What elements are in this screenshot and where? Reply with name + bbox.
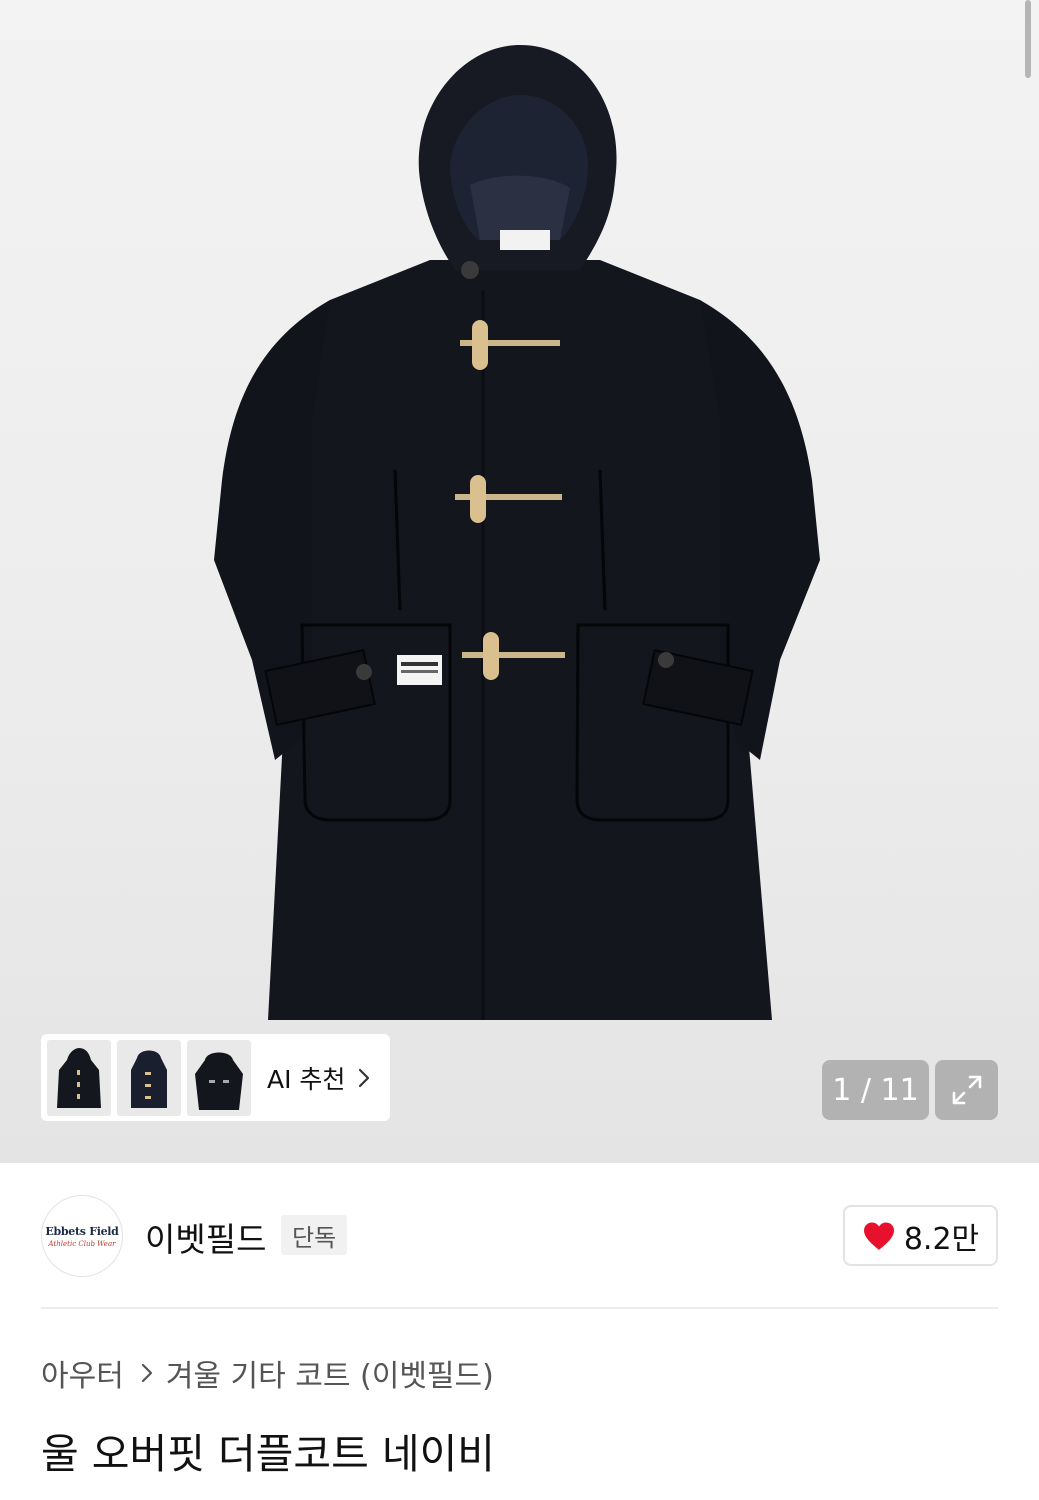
brand-row: Ebbets Field Athletic Club Wear 이벳필드 단독 … bbox=[41, 1193, 998, 1277]
product-title: 울 오버핏 더플코트 네이비 bbox=[41, 1430, 496, 1478]
chevron-right-icon bbox=[141, 1363, 152, 1383]
brand-logo-text: Ebbets Field bbox=[45, 1224, 119, 1238]
ai-recommendation-label: AI 추천 bbox=[267, 1064, 346, 1094]
thumbnail-coat-open[interactable] bbox=[187, 1039, 251, 1116]
brand-logo-subtext: Athletic Club Wear bbox=[48, 1239, 116, 1248]
breadcrumb-category[interactable]: 아우터 bbox=[41, 1351, 124, 1395]
expand-button[interactable] bbox=[935, 1060, 998, 1120]
chevron-right-icon bbox=[359, 1068, 370, 1087]
ai-recommendation-strip[interactable]: AI 추천 bbox=[41, 1034, 390, 1121]
exclusive-badge: 단독 bbox=[281, 1215, 348, 1255]
thumbnail-coat-front[interactable] bbox=[47, 1039, 111, 1116]
breadcrumb-subcategory[interactable]: 겨울 기타 코트 (이벳필드) bbox=[166, 1351, 494, 1395]
heart-icon bbox=[863, 1222, 894, 1250]
product-image[interactable] bbox=[0, 0, 1039, 1163]
product-detail-page: AI 추천 1 / 11 Ebbets Field Athletic Club … bbox=[0, 0, 1039, 1500]
brand-name-link[interactable]: 이벳필드 bbox=[145, 1213, 266, 1261]
breadcrumb: 아우터 겨울 기타 코트 (이벳필드) bbox=[41, 1351, 494, 1395]
like-count: 8.2만 bbox=[903, 1221, 980, 1257]
expand-icon bbox=[952, 1075, 981, 1105]
product-image-gallery[interactable]: AI 추천 1 / 11 bbox=[0, 0, 1039, 1163]
image-counter: 1 / 11 bbox=[822, 1060, 929, 1120]
thumbnail-coat-hood[interactable] bbox=[117, 1039, 181, 1116]
divider bbox=[41, 1307, 998, 1309]
like-button[interactable]: 8.2만 bbox=[843, 1205, 998, 1266]
brand-logo[interactable]: Ebbets Field Athletic Club Wear bbox=[41, 1195, 123, 1277]
